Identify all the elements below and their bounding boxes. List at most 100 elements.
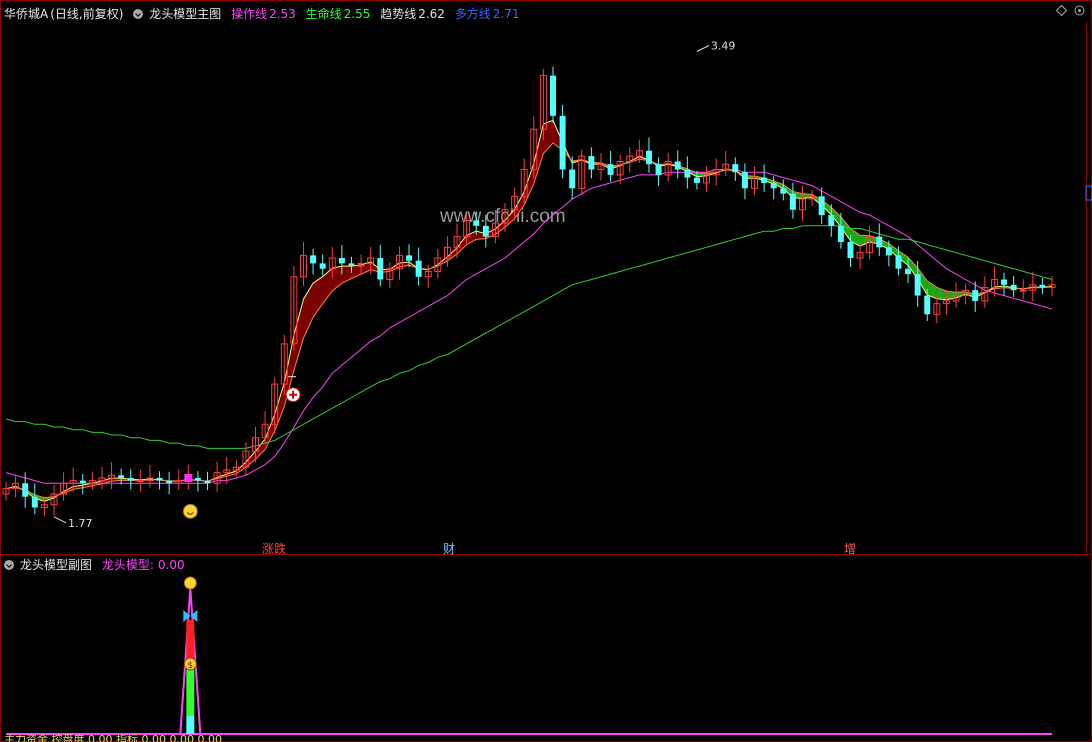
annotation-leader — [696, 45, 710, 52]
candle-body — [655, 164, 662, 175]
candle-body — [789, 193, 796, 210]
candle-body — [204, 480, 211, 484]
annotation-label: 1.77 — [68, 517, 93, 530]
indicator-1-value: 2.55 — [343, 7, 371, 21]
candle-body — [156, 477, 163, 481]
band-segment — [265, 414, 275, 450]
sub-indicator-label: 龙头模型 — [101, 558, 150, 572]
candle-body — [1019, 289, 1027, 292]
candle-body — [310, 255, 317, 264]
sub-panel-name[interactable]: 龙头模型副图 — [20, 558, 92, 572]
footer-text: 主力资金 控盘度 0.00 指标 0.00 0.00 0.00 — [4, 734, 222, 742]
indicator-0-label: 操作线 — [231, 7, 268, 21]
dropdown-icon[interactable] — [4, 560, 14, 570]
candle-body — [136, 480, 144, 483]
candle-body — [415, 260, 422, 277]
candle-body — [761, 177, 768, 183]
candle-body — [972, 290, 979, 301]
candle-body — [319, 263, 326, 269]
sub-bar-cyan — [186, 716, 195, 734]
candle-body — [885, 247, 892, 256]
candle-body — [406, 255, 413, 261]
candle-body — [127, 477, 134, 481]
event-tag-zeng-label: 增 — [844, 542, 857, 556]
stock-name[interactable]: 华侨城A — [4, 7, 48, 21]
candlestick-series — [2, 66, 1056, 517]
candle-body — [473, 220, 480, 226]
event-tag-zhangdie[interactable]: 涨跌 — [262, 540, 286, 557]
candle-body — [876, 236, 883, 248]
candle-body — [924, 295, 931, 315]
main-header: 华侨城A (日线,前复权) 龙头模型主图 操作线 2.53 生命线 2.55 趋势线 2… — [4, 5, 526, 23]
candle-body — [847, 241, 854, 259]
annotation-leader — [53, 516, 67, 524]
indicator-2-value: 2.62 — [418, 7, 445, 21]
sub-indicator-value: 0.00 — [157, 558, 185, 572]
main-panel-name[interactable]: 龙头模型主图 — [149, 7, 221, 21]
candle-body — [780, 188, 787, 194]
event-tag-zeng[interactable]: 增 — [844, 540, 856, 557]
candle-body — [1039, 284, 1046, 288]
sub-indicator-plot: $ — [6, 576, 1052, 735]
candle-body — [818, 196, 825, 216]
candle-body — [118, 475, 125, 478]
candle-body — [674, 161, 681, 170]
indicator-3-value: 2.71 — [492, 7, 520, 21]
series-line-life — [5, 225, 1053, 449]
money-bag-icon-symbol: $ — [187, 661, 193, 671]
candle-body — [770, 182, 777, 189]
signal-markers: 3.49 1.77 — [53, 40, 736, 530]
band-segment — [322, 268, 333, 304]
candle-body — [22, 483, 29, 497]
diamond-icon[interactable] — [1056, 5, 1067, 16]
dropdown-icon[interactable] — [133, 9, 144, 19]
chart-canvas[interactable]: www.cfchi.com 3.491.77 $ — [0, 0, 1092, 742]
candle-body — [166, 480, 173, 484]
price-mode[interactable]: (日线,前复权) — [50, 7, 123, 21]
candle-body — [194, 477, 201, 481]
candle-body — [828, 215, 835, 226]
candle-body — [905, 268, 912, 275]
band-segment — [274, 382, 285, 432]
footer-readout: 主力资金 控盘度 0.00 指标 0.00 0.00 0.00 — [4, 734, 222, 742]
candle-body — [31, 496, 38, 508]
event-tag-cai[interactable]: 财 — [443, 540, 455, 557]
event-tag-cai-label: 财 — [443, 542, 456, 556]
candle-body — [569, 169, 576, 189]
band-segment — [293, 299, 304, 371]
candle-body — [559, 115, 566, 170]
band-segment — [533, 123, 544, 184]
smiley-icon — [182, 503, 198, 519]
candle-body — [482, 225, 489, 237]
candle-body — [1001, 279, 1007, 285]
candle-body — [684, 169, 691, 178]
sub-header: 龙头模型副图 龙头模型: 0.00 — [4, 556, 191, 574]
indicator-2-label: 趋势线 — [380, 7, 417, 21]
slow-line — [5, 142, 1053, 499]
candle-body — [732, 164, 739, 173]
candle-body — [79, 480, 86, 484]
candle-body — [693, 177, 700, 183]
settings-icon[interactable] — [1074, 5, 1085, 16]
candle-body — [741, 172, 748, 189]
smiley-icon — [183, 576, 197, 590]
event-tag-zhangdie-label: 涨跌 — [262, 542, 287, 556]
sub-bar-green — [186, 670, 195, 716]
annotation-label: 3.49 — [711, 40, 736, 53]
fast-line — [5, 119, 1053, 502]
candle-body — [895, 255, 902, 269]
candle-body — [348, 263, 355, 267]
indicator-0-value: 2.53 — [269, 7, 296, 21]
candle-body — [377, 258, 384, 280]
candle-body — [550, 75, 556, 116]
signal-box — [184, 473, 193, 482]
candle-body — [914, 274, 921, 296]
band-segment — [245, 451, 256, 468]
candle-body — [607, 164, 614, 175]
moving-average-lines — [5, 119, 1053, 502]
candle-body — [338, 258, 345, 264]
candle-body — [588, 156, 595, 170]
candle-body — [1010, 284, 1017, 291]
candle-body — [837, 225, 844, 242]
band-segment — [457, 235, 467, 255]
